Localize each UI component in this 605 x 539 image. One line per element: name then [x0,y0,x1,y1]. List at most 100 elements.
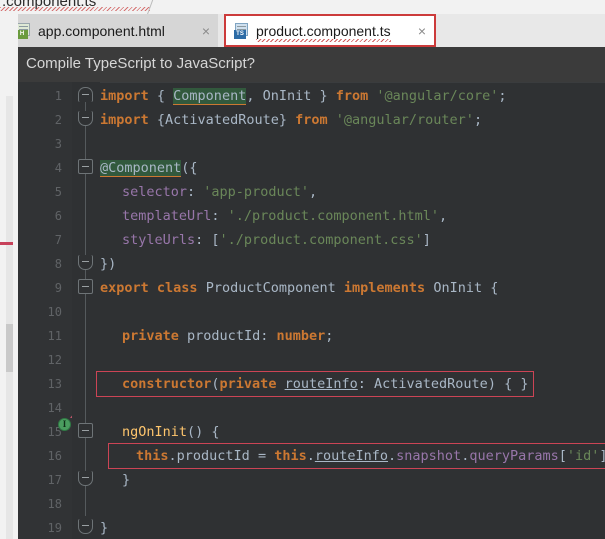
spellcheck-squiggle [0,7,150,11]
code-line-5: selector: 'app-product', [122,184,318,200]
token-selector-key: selector [122,184,188,200]
left-margin [0,14,18,539]
token-private: private [122,328,179,344]
fold-marker-line-15[interactable] [78,423,93,438]
token-this: this [274,448,307,464]
close-icon[interactable]: × [202,23,210,39]
token-template-path: './product.component.html' [227,208,439,224]
token-from: from [335,88,369,104]
fold-marker-line-2[interactable] [78,111,93,126]
fold-marker-line-19[interactable] [78,519,93,534]
line-number: 5 [54,185,62,199]
typescript-file-icon-badge: TS [234,29,246,39]
line-number: 18 [47,497,62,511]
token-style-urls-key: styleUrls [122,232,196,248]
scrollbar-error-marker [0,242,13,245]
line-number: 8 [54,257,62,271]
token-route-info: routeInfo [314,448,389,464]
line-number: 17 [47,473,62,487]
token-ngoninit: ngOnInit [122,424,188,440]
ide-window: .component.ts H app.component.html × TS … [0,0,605,539]
token-oninit: OnInit [262,88,312,104]
tab-label: product.component.ts [256,22,391,42]
code-line-7: styleUrls: ['./product.component.css'] [122,232,431,248]
line-number: 9 [54,281,62,295]
token-product-id: productId [187,328,261,344]
token-product-component: ProductComponent [205,280,336,296]
fold-marker-line-17[interactable] [78,471,93,486]
token-private: private [219,376,277,392]
tab-product-component-ts[interactable]: TS product.component.ts × [224,14,436,47]
tab-bar-empty-area [437,14,605,47]
typescript-file-icon: TS [234,22,250,39]
code-line-15: ngOnInit() { [122,424,220,440]
line-number: 4 [54,161,62,175]
token-export: export [100,280,149,296]
token-class: class [156,280,198,296]
token-constructor: constructor [122,376,212,392]
line-number: 2 [54,113,62,127]
code-line-8: }) [100,256,117,272]
code-line-6: templateUrl: './product.component.html', [122,208,448,224]
token-style-path: './product.component.css' [219,232,423,248]
code-editor[interactable]: 1 2 3 4 5 6 7 8 9 10 11 12 13 14 15 16 1… [18,82,605,539]
token-activated-route: ActivatedRoute [374,376,488,392]
token-component: Component [173,88,247,105]
tab-app-component-html[interactable]: H app.component.html × [8,14,218,47]
fold-marker-line-9[interactable] [78,279,93,294]
fold-marker-line-1[interactable] [78,87,93,102]
editor-tab-bar: H app.component.html × TS product.compon… [0,14,605,48]
token-implements: implements [343,280,426,296]
code-line-4: @Component({ [100,160,198,177]
code-line-1: import { Component, OnInit } from '@angu… [100,88,507,105]
token-activated-route: ActivatedRoute [165,112,279,128]
fold-marker-line-8[interactable] [78,255,93,270]
compile-typescript-banner[interactable]: Compile TypeScript to JavaScript? [18,47,605,83]
vertical-scrollbar[interactable] [6,96,13,539]
fold-marker-line-4[interactable] [78,159,93,174]
token-app-product: 'app-product' [203,184,309,200]
token-snapshot: snapshot [396,448,462,464]
token-component-decorator: @Component [100,160,182,177]
token-id-key: 'id' [566,448,600,464]
implements-method-icon[interactable]: I [58,418,71,431]
code-line-19: } [100,520,109,536]
token-route-info: routeInfo [284,376,358,392]
code-line-13: constructor(private routeInfo: Activated… [122,376,529,392]
token-from: from [295,112,328,128]
code-line-2: import {ActivatedRoute} from '@angular/r… [100,112,483,128]
line-number: 10 [47,305,62,319]
token-angular-core: '@angular/core' [376,88,499,104]
token-template-url-key: templateUrl [122,208,212,224]
code-text-area[interactable]: import { Component, OnInit } from '@angu… [100,82,605,539]
code-line-17: } [122,472,131,488]
line-number: 7 [54,233,62,247]
token-product-id: productId [176,448,250,464]
cut-off-breadcrumb-strip: .component.ts [0,0,605,14]
code-folding-gutter[interactable] [72,82,100,539]
token-angular-router: '@angular/router' [335,112,474,128]
token-query-params: queryParams [469,448,559,464]
tab-label: app.component.html [38,22,165,39]
html-file-icon: H [16,22,32,39]
line-number: 16 [47,449,62,463]
token-this: this [136,448,169,464]
code-line-9: export class ProductComponent implements… [100,280,499,296]
line-number: 11 [47,329,62,343]
token-oninit: OnInit [433,280,483,296]
scrollbar-thumb[interactable] [6,324,13,372]
line-number: 12 [47,353,62,367]
code-line-16: this.productId = this.routeInfo.snapshot… [136,448,605,464]
line-number: 3 [54,137,62,151]
token-number-type: number [276,328,326,344]
banner-message: Compile TypeScript to JavaScript? [26,55,255,72]
line-number-gutter[interactable]: 1 2 3 4 5 6 7 8 9 10 11 12 13 14 15 16 1… [18,82,78,539]
token-import: import [100,88,149,104]
line-number: 6 [54,209,62,223]
line-number: 1 [54,89,62,103]
line-number: 20 [18,532,72,539]
code-line-11: private productId: number; [122,328,334,344]
token-import: import [100,112,149,128]
line-number: 14 [47,401,62,415]
close-icon[interactable]: × [418,23,426,39]
